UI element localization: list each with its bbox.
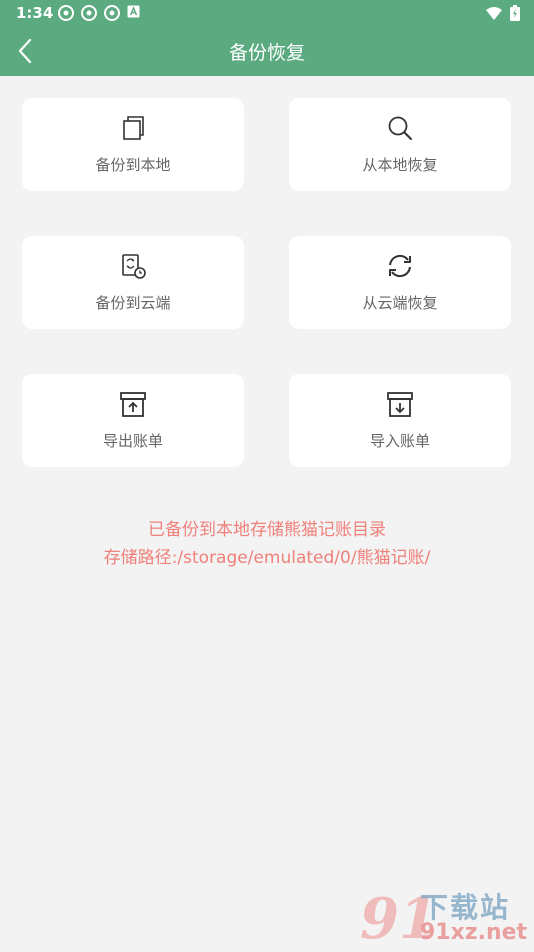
restore-local-button[interactable]: 从本地恢复 (289, 98, 511, 191)
import-bill-button[interactable]: 导入账单 (289, 374, 511, 467)
backup-status-text: 已备份到本地存储熊猫记账目录 (148, 520, 386, 540)
storage-path-text: 存储路径:/storage/emulated/0/熊猫记账/ (103, 548, 431, 568)
app-notification-icon (104, 5, 120, 21)
battery-icon (510, 5, 520, 21)
watermark-url: 91xz.net (420, 920, 528, 945)
status-bar: 1:34 (0, 0, 534, 26)
card-label: 备份到本地 (95, 156, 171, 174)
backup-cloud-button[interactable]: 备份到云端 (22, 236, 244, 329)
search-icon (388, 116, 412, 140)
export-icon (120, 392, 146, 417)
card-label: 备份到云端 (95, 294, 171, 312)
page-title: 备份恢复 (228, 42, 305, 64)
copy-icon (123, 116, 144, 140)
card-label: 从云端恢复 (362, 294, 438, 312)
system-icons (486, 5, 520, 21)
export-bill-button[interactable]: 导出账单 (22, 374, 244, 467)
wifi-icon (486, 6, 502, 20)
status-time: 1:34 (16, 4, 54, 22)
backup-local-button[interactable]: 备份到本地 (22, 98, 244, 191)
app-header: 1:34 备份恢复 (0, 0, 534, 76)
app-notification-icon (81, 5, 97, 21)
a-notification-icon (127, 5, 140, 18)
cloud-backup-icon (122, 254, 146, 279)
restore-cloud-button[interactable]: 从云端恢复 (289, 236, 511, 329)
notification-icons (58, 5, 140, 21)
card-label: 从本地恢复 (362, 156, 438, 174)
card-label: 导出账单 (102, 432, 163, 450)
app-notification-icon (58, 5, 74, 21)
import-icon (387, 392, 413, 417)
sync-icon (389, 254, 411, 278)
watermark-logo: 91 下载站 91xz.net (360, 886, 530, 952)
card-label: 导入账单 (369, 432, 430, 450)
